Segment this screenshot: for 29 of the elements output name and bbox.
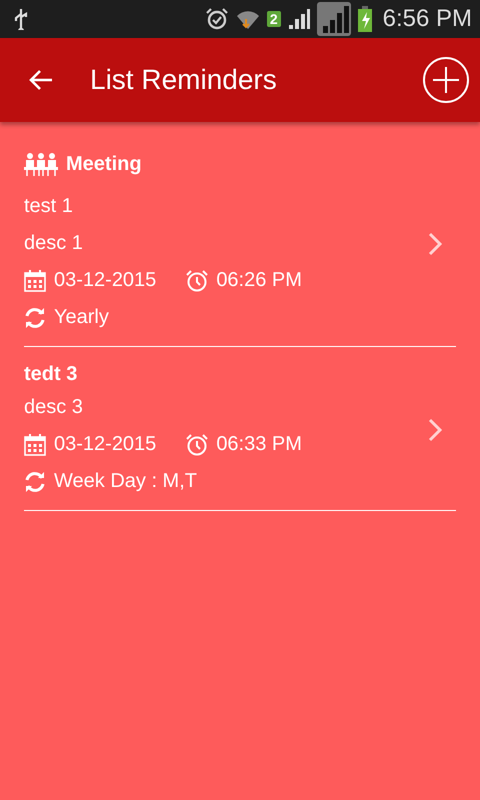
- reminder-time: 06:33 PM: [216, 433, 302, 456]
- reminder-text: desc 3: [24, 396, 83, 419]
- reminder-text: test 1: [24, 195, 73, 218]
- reminder-time: 06:26 PM: [216, 269, 302, 292]
- calendar-icon: [24, 434, 46, 456]
- alarm-clock-icon: [204, 7, 229, 31]
- reminder-date: 03-12-2015: [54, 269, 156, 292]
- repeat-text: Week Day : M,T: [54, 470, 197, 493]
- back-button[interactable]: [28, 69, 54, 91]
- reminder-date: 03-12-2015: [54, 433, 156, 456]
- repeat-icon: [24, 470, 46, 492]
- battery-icon: [356, 6, 373, 32]
- signal-icon: [286, 7, 311, 31]
- repeat-text: Yearly: [54, 306, 109, 329]
- repeat-icon: [24, 306, 46, 328]
- back-arrow-icon: [28, 69, 54, 91]
- screen-title: List Reminders: [90, 64, 278, 96]
- meeting-people-icon: [24, 152, 58, 176]
- status-time: 6:56 PM: [382, 5, 472, 33]
- signal-icon: [316, 2, 351, 36]
- alarm-clock-icon: [186, 270, 208, 292]
- calendar-icon: [24, 270, 46, 292]
- add-button[interactable]: [422, 56, 470, 104]
- sim-badge: 2: [266, 11, 281, 27]
- add-circle-icon: [422, 56, 470, 104]
- alarm-clock-icon: [186, 434, 208, 456]
- reminder-title: Meeting: [66, 152, 142, 176]
- reminder-text: desc 1: [24, 232, 83, 255]
- reminder-title: tedt 3: [24, 362, 78, 386]
